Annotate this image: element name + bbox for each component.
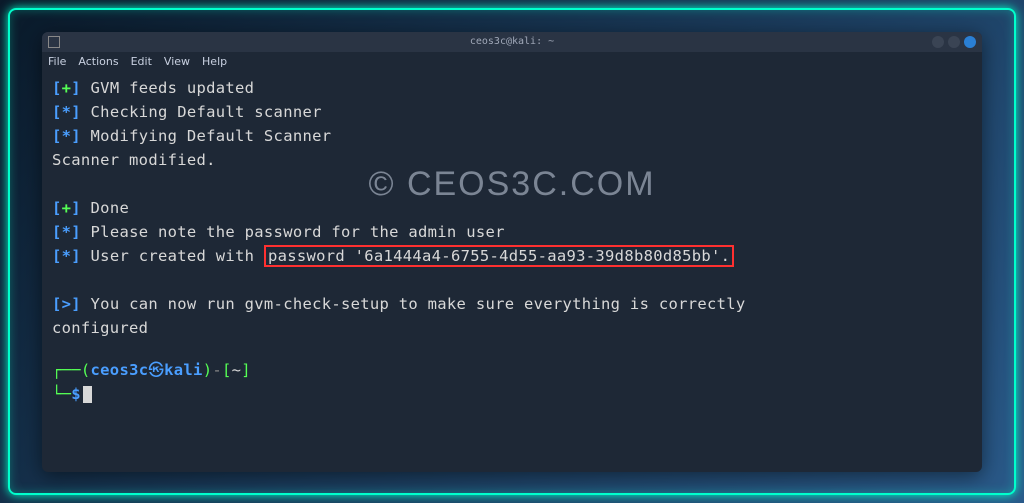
menu-help[interactable]: Help xyxy=(202,55,227,68)
terminal-output[interactable]: [+] GVM feeds updated [*] Checking Defau… xyxy=(42,72,982,472)
menu-actions[interactable]: Actions xyxy=(78,55,118,68)
output-line: [*] Modifying Default Scanner xyxy=(52,124,972,148)
menu-file[interactable]: File xyxy=(48,55,66,68)
output-line: [*] User created with password '6a1444a4… xyxy=(52,244,972,268)
output-line xyxy=(52,268,972,292)
window-controls xyxy=(932,36,976,48)
menu-view[interactable]: View xyxy=(164,55,190,68)
output-line: [+] GVM feeds updated xyxy=(52,76,972,100)
cursor xyxy=(83,386,92,403)
output-line: configured xyxy=(52,316,972,340)
output-line: [*] Please note the password for the adm… xyxy=(52,220,972,244)
output-line xyxy=(52,172,972,196)
output-line: [>] You can now run gvm-check-setup to m… xyxy=(52,292,972,316)
output-line: Scanner modified. xyxy=(52,148,972,172)
titlebar[interactable]: ceos3c@kali: ~ xyxy=(42,32,982,52)
terminal-window: ceos3c@kali: ~ File Actions Edit View He… xyxy=(42,32,982,472)
password-highlight: password '6a1444a4-6755-4d55-aa93-39d8b8… xyxy=(264,245,734,267)
menu-edit[interactable]: Edit xyxy=(131,55,152,68)
close-button[interactable] xyxy=(964,36,976,48)
prompt: ┌──(ceos3c㉿kali)-[~] └─$ xyxy=(52,358,972,406)
output-line: [+] Done xyxy=(52,196,972,220)
minimize-button[interactable] xyxy=(932,36,944,48)
maximize-button[interactable] xyxy=(948,36,960,48)
menubar: File Actions Edit View Help xyxy=(42,52,982,72)
window-title: ceos3c@kali: ~ xyxy=(470,36,554,47)
window-icon xyxy=(48,36,60,48)
output-line: [*] Checking Default scanner xyxy=(52,100,972,124)
